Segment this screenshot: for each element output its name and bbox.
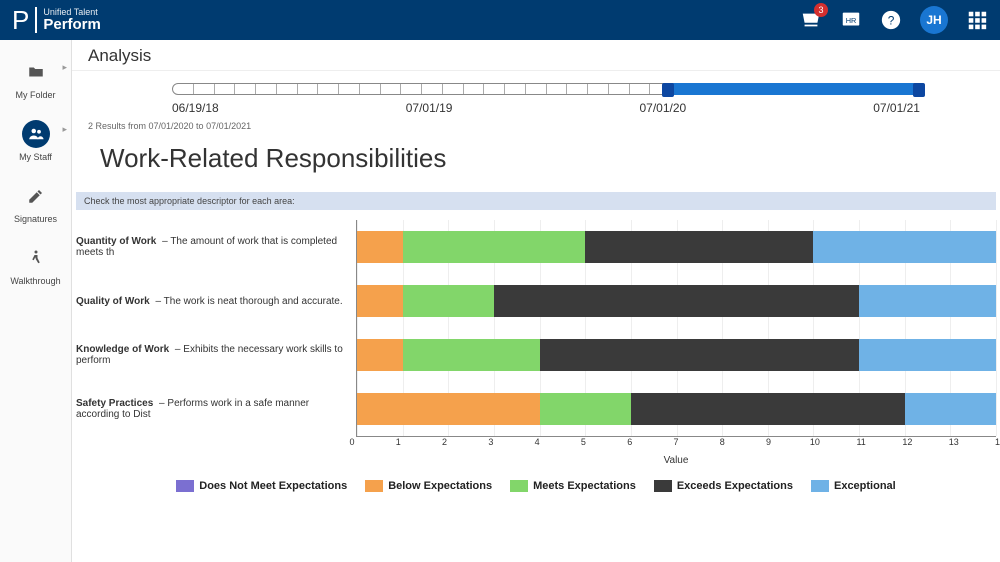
x-tick-label: 11 (856, 437, 865, 447)
brand-big: Perform (43, 17, 101, 32)
legend-label: Exceptional (834, 480, 896, 492)
x-tick-label: 2 (442, 437, 447, 447)
x-tick-label: 5 (581, 437, 586, 447)
page-title: Analysis (72, 40, 1000, 71)
bar-segment[interactable] (357, 231, 403, 263)
sidebar-item-signatures[interactable]: Signatures (0, 172, 71, 234)
chart-bar[interactable] (357, 231, 996, 263)
x-tick-label: 4 (535, 437, 540, 447)
bar-segment[interactable] (357, 285, 403, 317)
inbox-icon[interactable]: 3 (800, 9, 822, 31)
legend-label: Below Expectations (388, 480, 492, 492)
sidebar-item-my-folder[interactable]: My Folder ▸ (0, 48, 71, 110)
x-tick-label: 10 (810, 437, 820, 447)
chart-row-label: Quantity of Work – The amount of work th… (76, 220, 356, 274)
x-axis-label: Value (352, 455, 1000, 466)
legend-swatch (176, 480, 194, 492)
legend-label: Does Not Meet Expectations (199, 480, 347, 492)
header-icons: 3 HR ? JH (800, 6, 988, 34)
sidebar-item-label: My Staff (19, 152, 52, 162)
inbox-badge: 3 (814, 3, 828, 17)
timeline-date-label: 06/19/18 (172, 101, 219, 115)
slider-handle-end[interactable] (913, 83, 925, 97)
legend-label: Exceeds Expectations (677, 480, 793, 492)
legend-item[interactable]: Does Not Meet Expectations (176, 480, 347, 492)
x-tick-label: 7 (673, 437, 678, 447)
bar-segment[interactable] (585, 231, 813, 263)
x-tick-label: 3 (488, 437, 493, 447)
bar-segment[interactable] (631, 393, 905, 425)
legend-swatch (654, 480, 672, 492)
walk-icon (22, 244, 50, 272)
apps-grid-icon[interactable] (966, 9, 988, 31)
folder-icon (22, 58, 50, 86)
svg-text:?: ? (888, 14, 895, 28)
stacked-bar-chart: Quantity of Work – The amount of work th… (72, 220, 1000, 437)
legend-swatch (811, 480, 829, 492)
x-tick-label: 12 (902, 437, 912, 447)
chart-row-label: Safety Practices – Performs work in a sa… (76, 382, 356, 436)
legend-item[interactable]: Exceptional (811, 480, 896, 492)
brand[interactable]: P Unified Talent Perform (12, 7, 101, 33)
x-tick-label: 1 (396, 437, 401, 447)
chart-bar[interactable] (357, 285, 996, 317)
section-title: Work-Related Responsibilities (72, 137, 1000, 192)
hr-icon[interactable]: HR (840, 9, 862, 31)
sidebar-item-label: Signatures (14, 214, 57, 224)
sidebar-item-label: Walkthrough (10, 276, 60, 286)
bar-segment[interactable] (403, 285, 494, 317)
chart-legend: Does Not Meet Expectations Below Expectat… (72, 480, 1000, 492)
sidebar-item-walkthrough[interactable]: Walkthrough (0, 234, 71, 296)
timeline-slider[interactable]: 06/19/18 07/01/19 07/01/20 07/01/21 (72, 71, 1000, 115)
help-icon[interactable]: ? (880, 9, 902, 31)
x-tick-label: 0 (349, 437, 354, 447)
sidebar-item-my-staff[interactable]: My Staff ▸ (0, 110, 71, 172)
main-content: Analysis 06/19/18 07/01/19 07/01/20 07/01/2… (72, 40, 1000, 562)
timeline-date-label: 07/01/19 (406, 101, 453, 115)
bar-segment[interactable] (859, 339, 996, 371)
sidebar: My Folder ▸ My Staff ▸ Signatures Walkth… (0, 40, 72, 562)
chevron-right-icon: ▸ (62, 124, 67, 135)
x-tick-label: 13 (949, 437, 959, 447)
avatar[interactable]: JH (920, 6, 948, 34)
timeline-date-label: 07/01/20 (640, 101, 687, 115)
legend-item[interactable]: Exceeds Expectations (654, 480, 793, 492)
bar-segment[interactable] (905, 393, 996, 425)
legend-swatch (510, 480, 528, 492)
results-count: 2 Results from 07/01/2020 to 07/01/2021 (72, 115, 1000, 137)
bar-segment[interactable] (540, 339, 860, 371)
instructions-bar: Check the most appropriate descriptor fo… (76, 192, 996, 210)
brand-logo-icon: P (12, 7, 37, 33)
chart-bar[interactable] (357, 339, 996, 371)
sidebar-item-label: My Folder (15, 90, 55, 100)
legend-item[interactable]: Below Expectations (365, 480, 492, 492)
x-tick-label: 14 (995, 437, 1000, 447)
pencil-icon (22, 182, 50, 210)
brand-small: Unified Talent (43, 8, 101, 17)
bar-segment[interactable] (357, 339, 403, 371)
slider-handle-start[interactable] (662, 83, 674, 97)
svg-text:HR: HR (846, 16, 857, 25)
chart-bar[interactable] (357, 393, 996, 425)
bar-segment[interactable] (494, 285, 859, 317)
x-tick-label: 9 (766, 437, 771, 447)
legend-swatch (365, 480, 383, 492)
people-icon (22, 120, 50, 148)
chart-row-label: Knowledge of Work – Exhibits the necessa… (76, 328, 356, 382)
chevron-right-icon: ▸ (62, 62, 67, 73)
x-tick-label: 6 (627, 437, 632, 447)
legend-item[interactable]: Meets Expectations (510, 480, 636, 492)
bar-segment[interactable] (859, 285, 996, 317)
bar-segment[interactable] (403, 339, 540, 371)
bar-segment[interactable] (540, 393, 631, 425)
bar-segment[interactable] (357, 393, 540, 425)
app-header: P Unified Talent Perform 3 HR ? JH (0, 0, 1000, 40)
timeline-date-label: 07/01/21 (873, 101, 920, 115)
bar-segment[interactable] (403, 231, 586, 263)
bar-segment[interactable] (813, 231, 996, 263)
legend-label: Meets Expectations (533, 480, 636, 492)
chart-row-label: Quality of Work – The work is neat thoro… (76, 274, 356, 328)
x-tick-label: 8 (720, 437, 725, 447)
